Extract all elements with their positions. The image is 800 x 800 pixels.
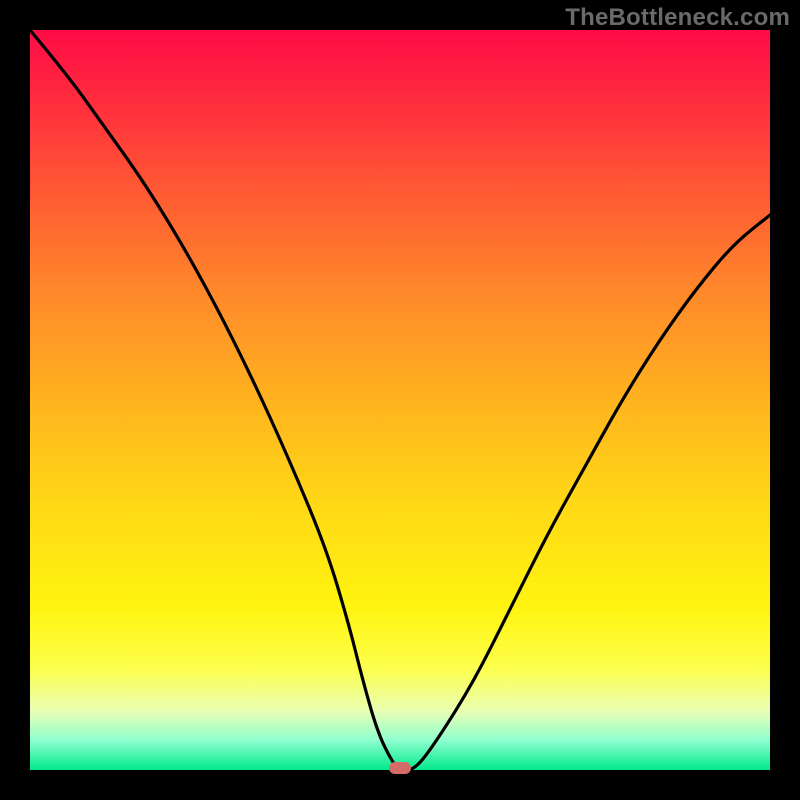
plot-area	[30, 30, 770, 770]
optimal-marker	[389, 762, 411, 774]
chart-frame: TheBottleneck.com	[0, 0, 800, 800]
bottleneck-curve	[30, 30, 770, 770]
watermark-text: TheBottleneck.com	[565, 4, 790, 32]
